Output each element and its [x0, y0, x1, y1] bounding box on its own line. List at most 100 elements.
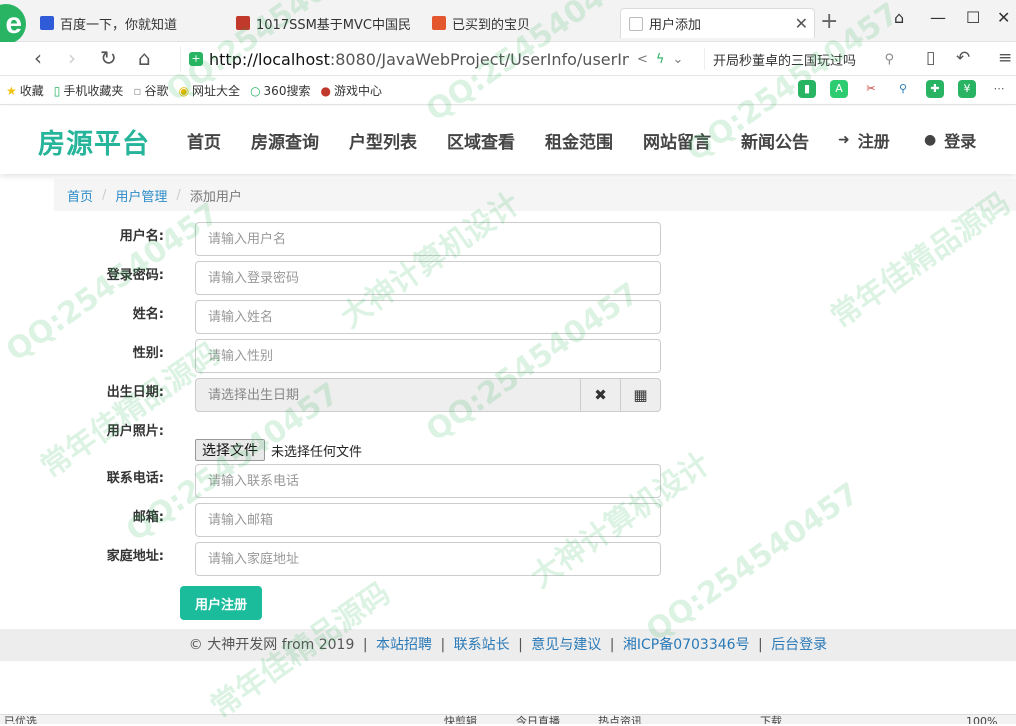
status-item-download[interactable]: 下载: [760, 715, 782, 724]
more-icon[interactable]: ⋯: [990, 80, 1008, 98]
gamepad-icon[interactable]: ✚: [926, 80, 944, 98]
email-input[interactable]: [195, 503, 661, 537]
form-row-address: 家庭地址:: [0, 542, 700, 576]
bookmark-google[interactable]: ▫ 谷歌: [133, 82, 168, 99]
footer-link-admin-login[interactable]: 后台登录: [771, 637, 827, 653]
browser-tab-baidu[interactable]: 百度一下，你就知道: [32, 8, 222, 38]
site-footer: © 大神开发网 from 2019 | 本站招聘 | 联系站长 | 意见与建议 …: [0, 629, 1016, 661]
footer-link-contact[interactable]: 联系站长: [454, 637, 510, 653]
form-row-birthday: 出生日期: ✖ ▦: [0, 378, 700, 412]
taobao-favicon-icon: [432, 16, 446, 30]
search-icon[interactable]: ⚲: [884, 52, 894, 67]
back-arrow-icon[interactable]: ‹: [34, 46, 42, 70]
photo-file-picker: 选择文件 未选择任何文件: [195, 439, 362, 461]
status-zoom[interactable]: 100%: [966, 715, 997, 724]
close-tab-icon[interactable]: ✕: [795, 14, 808, 33]
menu-item-area-view[interactable]: 区域查看: [447, 128, 515, 153]
forward-arrow-icon[interactable]: ›: [68, 46, 76, 70]
footer-copyright: © 大神开发网 from 2019: [188, 637, 355, 653]
user-register-button[interactable]: 用户注册: [180, 586, 262, 620]
phone-input[interactable]: [195, 464, 661, 498]
browser-search-box[interactable]: 开局秒董卓的三国玩过吗 ⚲: [704, 48, 900, 70]
menu-item-house-search[interactable]: 房源查询: [251, 128, 319, 153]
browser-tab-taobao[interactable]: 已买到的宝贝: [424, 8, 614, 38]
maximize-icon[interactable]: ☐: [966, 8, 980, 27]
menu-item-home[interactable]: 首页: [187, 128, 221, 153]
status-item-news[interactable]: 热点资讯: [598, 715, 642, 724]
new-tab-icon[interactable]: +: [820, 9, 838, 34]
gender-input[interactable]: [195, 339, 661, 373]
form-row-username: 用户名:: [0, 222, 700, 256]
extension-green-icon[interactable]: ▮: [798, 80, 816, 98]
menu-item-news[interactable]: 新闻公告: [741, 128, 809, 153]
username-input[interactable]: [195, 222, 661, 256]
username-label: 用户名:: [119, 229, 164, 244]
url-field[interactable]: + http://localhost:8080/JavaWebProject/U…: [180, 46, 696, 72]
address-input[interactable]: [195, 542, 661, 576]
clear-date-icon[interactable]: ✖: [581, 378, 621, 412]
breadcrumb-separator: /: [176, 187, 181, 203]
share-icon[interactable]: <: [637, 52, 648, 67]
bookmark-favorites[interactable]: ★ 收藏: [6, 82, 44, 99]
login-link[interactable]: ● 登录: [924, 128, 976, 152]
form-row-photo: 用户照片: 选择文件 未选择任何文件: [0, 417, 700, 465]
chevron-down-icon[interactable]: ⌄: [672, 52, 683, 67]
browser-tab-label: 1017SSM基于MVC中国民: [256, 17, 410, 33]
breadcrumb-separator: /: [102, 187, 107, 203]
extension-translate-icon[interactable]: A: [830, 80, 848, 98]
menu-item-layout-list[interactable]: 户型列表: [349, 128, 417, 153]
lightning-icon[interactable]: ϟ: [656, 52, 665, 67]
baidu-favicon-icon: [40, 16, 54, 30]
bookmark-360search[interactable]: ○ 360搜索: [250, 82, 310, 99]
choose-file-button[interactable]: 选择文件: [195, 439, 265, 461]
birthday-input[interactable]: [195, 378, 581, 412]
name-input[interactable]: [195, 300, 661, 334]
browser-tab-label: 百度一下，你就知道: [60, 17, 178, 33]
browser-address-bar: ‹ › ↻ ⌂ + http://localhost:8080/JavaWebP…: [0, 42, 1016, 76]
browser-tab-user-add[interactable]: 用户添加 ✕: [620, 8, 815, 38]
tablet-icon[interactable]: ▯: [926, 48, 935, 68]
breadcrumb-user-management[interactable]: 用户管理: [115, 186, 167, 205]
footer-link-jobs[interactable]: 本站招聘: [376, 637, 432, 653]
status-item-quickcut[interactable]: 快剪辑: [444, 715, 477, 724]
url-text: http://localhost:8080/JavaWebProject/Use…: [209, 49, 629, 69]
browser-tab-label: 用户添加: [649, 18, 702, 33]
menu-item-messages[interactable]: 网站留言: [643, 128, 711, 153]
globe-icon: ◉: [178, 83, 190, 98]
bookmark-games[interactable]: ● 游戏中心: [320, 82, 382, 99]
menu-item-rent-range[interactable]: 租金范围: [545, 128, 613, 153]
footer-link-icp[interactable]: 湘ICP备0703346号: [623, 637, 750, 653]
home-icon[interactable]: ⌂: [138, 46, 151, 70]
browser-status-bar: 已优选 快剪辑 今日直播 热点资讯 下载 100%: [0, 714, 1016, 724]
file-status-text: 未选择任何文件: [271, 444, 363, 460]
breadcrumb: 首页 / 用户管理 / 添加用户: [54, 179, 1016, 211]
browser-tab-project[interactable]: 1017SSM基于MVC中国民: [228, 8, 418, 38]
reload-icon[interactable]: ↻: [100, 46, 117, 70]
password-label: 登录密码:: [106, 268, 164, 283]
form-row-gender: 性别:: [0, 339, 700, 373]
birthday-label: 出生日期:: [106, 385, 164, 400]
register-link[interactable]: ➜ 注册: [838, 128, 890, 152]
site-brand[interactable]: 房源平台: [38, 122, 150, 161]
minimize-icon[interactable]: —: [930, 8, 946, 27]
yen-icon[interactable]: ¥: [958, 80, 976, 98]
calendar-icon[interactable]: ▦: [621, 378, 661, 412]
password-input[interactable]: [195, 261, 661, 295]
form-row-password: 登录密码:: [0, 261, 700, 295]
scissors-icon[interactable]: ✂: [862, 80, 880, 98]
footer-link-feedback[interactable]: 意见与建议: [531, 637, 601, 653]
close-window-icon[interactable]: ✕: [997, 8, 1010, 27]
undo-icon[interactable]: ↶: [956, 48, 970, 68]
site-header: 房源平台 首页 房源查询 户型列表 区域查看 租金范围 网站留言 新闻公告 ➜ …: [0, 106, 1016, 174]
menu-icon[interactable]: ≡: [998, 48, 1012, 68]
bookmark-mobile[interactable]: ▯ 手机收藏夹: [54, 82, 124, 99]
bookmark-sites[interactable]: ◉ 网址大全: [179, 82, 241, 99]
birthday-picker: ✖ ▦: [195, 378, 661, 412]
form-row-phone: 联系电话:: [0, 464, 700, 498]
status-item-live[interactable]: 今日直播: [516, 715, 560, 724]
gender-label: 性别:: [132, 346, 164, 361]
user-icon: ●: [924, 132, 937, 148]
magnifier-icon[interactable]: ⚲: [894, 80, 912, 98]
breadcrumb-home[interactable]: 首页: [67, 186, 93, 205]
shirt-skin-icon[interactable]: ⌂: [894, 8, 904, 27]
